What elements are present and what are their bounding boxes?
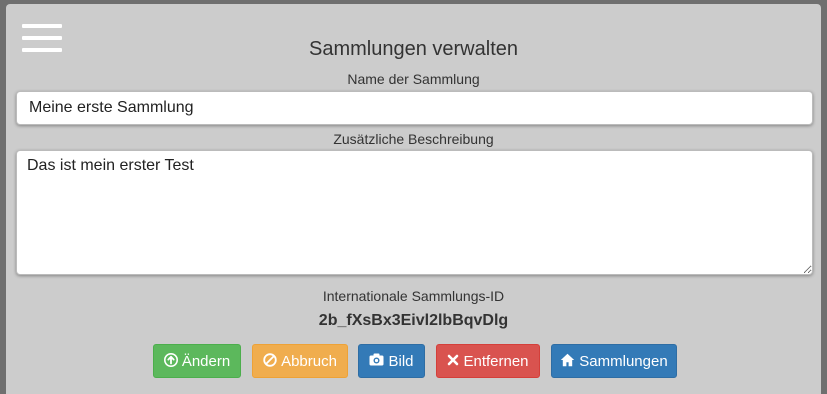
cancel-button-label: Abbruch	[281, 352, 337, 370]
action-bar: Ändern Abbruch Bild Entfernen Sammlungen	[6, 344, 821, 378]
remove-button-label: Entfernen	[463, 352, 529, 370]
remove-button[interactable]: Entfernen	[436, 344, 540, 378]
description-label: Zusätzliche Beschreibung	[333, 131, 494, 147]
image-button[interactable]: Bild	[358, 344, 425, 378]
ban-icon	[263, 352, 277, 370]
collection-id-label: Internationale Sammlungs-ID	[322, 288, 505, 304]
cancel-button[interactable]: Abbruch	[252, 344, 348, 378]
name-label: Name der Sammlung	[347, 71, 480, 87]
x-icon	[447, 353, 459, 369]
collection-panel: Sammlungen verwalten Name der Sammlung M…	[6, 4, 821, 394]
image-button-label: Bild	[388, 352, 414, 370]
collections-button[interactable]: Sammlungen	[551, 344, 677, 378]
change-button[interactable]: Ändern	[153, 344, 241, 378]
camera-icon	[369, 353, 384, 369]
page-title: Sammlungen verwalten	[309, 38, 518, 60]
description-textarea[interactable]: Das ist mein erster Test	[16, 150, 813, 275]
home-icon	[560, 353, 575, 370]
change-button-label: Ändern	[181, 352, 231, 370]
collection-id-value: 2b_fXsBx3Eivl2lbBqvDlg	[318, 312, 509, 329]
collections-button-label: Sammlungen	[579, 352, 668, 370]
collection-name-input[interactable]: Meine erste Sammlung	[16, 91, 813, 125]
arrow-up-circle-icon	[163, 352, 178, 370]
